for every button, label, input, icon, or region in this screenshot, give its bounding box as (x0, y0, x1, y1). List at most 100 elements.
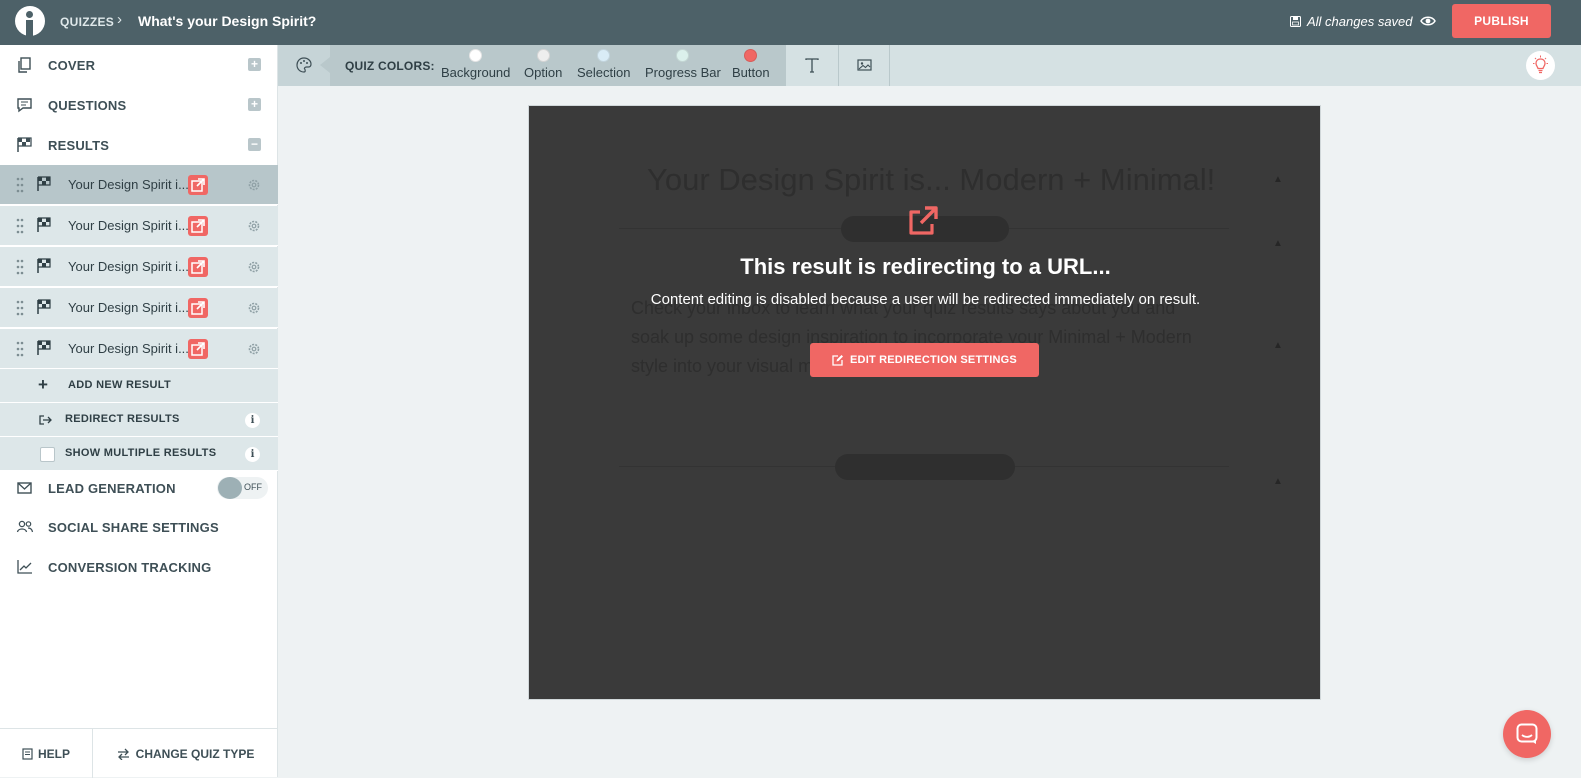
show-multiple-results-toggle[interactable]: SHOW MULTIPLE RESULTS i (0, 437, 278, 471)
breadcrumb-quizzes[interactable]: QUIZZES (60, 15, 114, 29)
save-status: All changes saved (1290, 14, 1413, 29)
swatch-circle (469, 49, 483, 62)
redirect-link-icon[interactable] (188, 298, 208, 318)
edit-icon (832, 355, 844, 366)
sidebar-footer: HELP CHANGE QUIZ TYPE (0, 728, 278, 778)
editor-toolbar: QUIZ COLORS: Background Option Selection… (278, 45, 1581, 86)
breadcrumb-separator: › (117, 11, 122, 28)
save-status-text: All changes saved (1307, 14, 1413, 29)
info-icon[interactable]: i (245, 413, 260, 428)
publish-button[interactable]: PUBLISH (1452, 4, 1551, 38)
collapse-results-icon[interactable]: − (248, 138, 261, 151)
drag-handle-icon[interactable] (16, 340, 24, 358)
edit-redirection-label: EDIT REDIRECTION SETTINGS (850, 354, 1017, 366)
add-new-result-button[interactable]: + ADD NEW RESULT (0, 369, 278, 403)
result-label: Your Design Spirit i... (68, 218, 188, 233)
swap-arrows-icon (117, 748, 129, 760)
quiz-title[interactable]: What's your Design Spirit? (138, 13, 316, 29)
text-icon (805, 58, 819, 73)
redirect-link-icon[interactable] (188, 339, 208, 359)
drag-handle-icon[interactable] (16, 217, 24, 235)
gear-icon[interactable] (247, 342, 261, 356)
swatch-circle (597, 49, 611, 62)
ghost-caret: ▲ (1273, 174, 1283, 185)
sidebar-item-conversion-tracking[interactable]: CONVERSION TRACKING (0, 547, 278, 587)
change-quiz-type-button[interactable]: CHANGE QUIZ TYPE (93, 729, 278, 778)
gear-icon[interactable] (247, 301, 261, 315)
sidebar-item-label: COVER (48, 57, 96, 73)
app-logo[interactable] (15, 6, 45, 36)
envelope-icon (17, 482, 32, 494)
result-label: Your Design Spirit i... (68, 259, 188, 274)
ghost-caret: ▲ (1273, 340, 1283, 351)
redirect-link-icon[interactable] (188, 175, 208, 195)
redirect-link-icon[interactable] (188, 257, 208, 277)
line-chart-icon (17, 560, 32, 574)
sidebar-item-label: SOCIAL SHARE SETTINGS (48, 519, 219, 535)
top-bar: QUIZZES › What's your Design Spirit? All… (0, 0, 1581, 45)
sidebar-item-lead-generation[interactable]: LEAD GENERATION OFF (0, 468, 278, 508)
swatch-progress-bar[interactable]: Progress Bar (645, 49, 721, 80)
drag-handle-icon[interactable] (16, 176, 24, 194)
ghost-cta-pill (835, 454, 1015, 480)
logo-dot (26, 11, 33, 18)
tips-button[interactable] (1526, 51, 1555, 80)
ghost-caret: ▲ (1273, 476, 1283, 487)
toggle-state-label: OFF (244, 482, 262, 492)
swatch-label: Button (732, 65, 770, 80)
result-item-5[interactable]: Your Design Spirit i... (0, 329, 278, 369)
gear-icon[interactable] (247, 178, 261, 192)
show-multiple-checkbox[interactable] (40, 447, 55, 462)
swatch-button[interactable]: Button (732, 49, 770, 80)
checkered-flag-icon (37, 340, 51, 355)
edit-redirection-settings-button[interactable]: EDIT REDIRECTION SETTINGS (810, 343, 1039, 377)
result-item-2[interactable]: Your Design Spirit i... (0, 206, 278, 246)
change-quiz-type-label: CHANGE QUIZ TYPE (135, 746, 255, 761)
ghost-result-title: Your Design Spirit is... Modern + Minima… (647, 162, 1216, 197)
sidebar-item-label: LEAD GENERATION (48, 480, 176, 496)
result-label: Your Design Spirit i... (68, 177, 188, 192)
gear-icon[interactable] (247, 260, 261, 274)
sidebar-item-results[interactable]: RESULTS − (0, 125, 278, 165)
swatch-circle (744, 49, 758, 62)
preview-eye-icon[interactable] (1420, 13, 1436, 29)
checkered-flag-icon (37, 299, 51, 314)
checkered-flag-icon (37, 176, 51, 191)
result-item-1[interactable]: Your Design Spirit i... (0, 165, 278, 205)
swatch-circle (676, 49, 690, 62)
gear-icon[interactable] (247, 219, 261, 233)
swatch-selection[interactable]: Selection (577, 49, 630, 80)
book-icon (22, 747, 33, 760)
sidebar-item-social-share[interactable]: SOCIAL SHARE SETTINGS (0, 507, 278, 547)
result-label: Your Design Spirit i... (68, 300, 188, 315)
chat-support-button[interactable] (1503, 710, 1551, 758)
toggle-knob (218, 477, 242, 499)
image-icon (857, 59, 872, 71)
help-button[interactable]: HELP (0, 729, 93, 778)
sidebar-item-label: CONVERSION TRACKING (48, 559, 212, 575)
add-question-icon[interactable]: + (248, 98, 261, 111)
sidebar-item-cover[interactable]: COVER + (0, 45, 278, 85)
drag-handle-icon[interactable] (16, 299, 24, 317)
text-style-button[interactable] (785, 45, 837, 86)
drag-handle-icon[interactable] (16, 258, 24, 276)
lead-generation-toggle[interactable]: OFF (217, 477, 268, 499)
result-item-4[interactable]: Your Design Spirit i... (0, 288, 278, 328)
sidebar: COVER + QUESTIONS + RESULTS − Your Desig… (0, 45, 278, 778)
swatch-background[interactable]: Background (441, 49, 510, 80)
redirect-results-toggle[interactable]: REDIRECT RESULTS i (0, 403, 278, 437)
sidebar-item-questions[interactable]: QUESTIONS + (0, 85, 278, 125)
swatch-option[interactable]: Option (524, 49, 562, 80)
sidebar-item-label: RESULTS (48, 137, 110, 153)
redirect-link-icon[interactable] (188, 216, 208, 236)
result-item-3[interactable]: Your Design Spirit i... (0, 247, 278, 287)
palette-icon (296, 57, 312, 73)
external-link-icon (909, 206, 938, 235)
add-cover-icon[interactable]: + (248, 58, 261, 71)
image-button[interactable] (838, 45, 890, 86)
swatch-label: Background (441, 65, 511, 80)
lightbulb-icon (1533, 55, 1548, 74)
swatch-label: Option (524, 65, 563, 80)
save-icon (1290, 16, 1301, 27)
info-icon[interactable]: i (245, 447, 260, 462)
